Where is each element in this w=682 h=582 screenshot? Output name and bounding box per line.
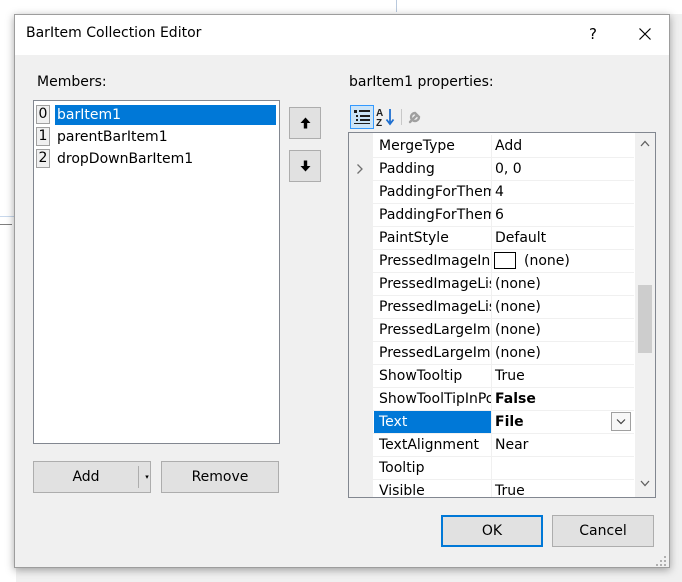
scrollbar-thumb[interactable]: [638, 285, 652, 353]
property-name: Text: [374, 411, 491, 433]
close-icon: [639, 28, 651, 40]
property-row[interactable]: PressedImageList (none): [349, 273, 634, 296]
property-row-selected[interactable]: Text File: [349, 411, 634, 434]
member-index: 0: [36, 105, 50, 124]
property-name: PressedLargeImage: [379, 322, 491, 338]
properties-label: barItem1 properties:: [349, 74, 494, 90]
members-list[interactable]: 0 barItem1 1 parentBarItem1 2 dropDownBa…: [33, 100, 280, 444]
property-row[interactable]: ShowTooltip True: [349, 365, 634, 388]
property-name: Visible: [379, 483, 425, 498]
property-value[interactable]: Default: [491, 227, 634, 249]
property-value[interactable]: (none): [491, 296, 634, 318]
property-grid[interactable]: MergeType Add Padding 0, 0 PaddingForThe…: [348, 132, 656, 498]
expand-chevron-icon[interactable]: [356, 163, 364, 175]
property-name: ShowTooltip: [379, 368, 463, 384]
property-value[interactable]: (none): [491, 342, 634, 364]
property-value[interactable]: 6: [491, 204, 634, 226]
property-value[interactable]: False: [491, 388, 634, 410]
property-row[interactable]: PressedLargeImage (none): [349, 342, 634, 365]
toolbar-separator: [401, 109, 402, 125]
scroll-down-icon[interactable]: [640, 480, 650, 487]
property-row[interactable]: PaintStyle Default: [349, 227, 634, 250]
list-item[interactable]: 0 barItem1: [34, 104, 279, 126]
member-index: 2: [36, 149, 50, 168]
list-item[interactable]: 2 dropDownBarItem1: [34, 148, 279, 170]
arrow-up-icon: [300, 117, 311, 129]
property-row[interactable]: Tooltip: [349, 457, 634, 480]
remove-button[interactable]: Remove: [161, 461, 279, 493]
help-button[interactable]: ?: [571, 15, 615, 53]
property-name: TextAlignment: [379, 437, 480, 453]
resize-grip-icon[interactable]: [655, 555, 667, 567]
add-dropdown-arrow[interactable]: ▾: [142, 462, 152, 492]
wrench-icon: [408, 111, 421, 124]
property-row[interactable]: PressedImageIndex (none): [349, 250, 634, 273]
property-value[interactable]: Add: [491, 135, 634, 157]
property-value-cell[interactable]: (none): [491, 250, 634, 272]
ok-button[interactable]: OK: [441, 515, 543, 547]
property-value[interactable]: (none): [491, 319, 634, 341]
property-value[interactable]: Near: [491, 434, 634, 456]
dialog-title: BarItem Collection Editor: [26, 25, 202, 41]
property-name: Tooltip: [379, 460, 425, 476]
property-value[interactable]: [491, 457, 634, 479]
property-value[interactable]: (none): [491, 273, 634, 295]
members-label: Members:: [37, 74, 107, 90]
property-value[interactable]: True: [491, 480, 634, 497]
property-value: (none): [524, 253, 570, 269]
chevron-down-icon: [616, 419, 626, 425]
property-row[interactable]: PressedImageList (none): [349, 296, 634, 319]
property-value[interactable]: True: [491, 365, 634, 387]
image-swatch: [494, 252, 516, 269]
property-value[interactable]: 0, 0: [491, 158, 634, 180]
member-name: dropDownBarItem1: [57, 151, 194, 167]
add-button[interactable]: Add ▾: [33, 461, 151, 493]
property-name: PaddingForTheme: [379, 207, 491, 223]
member-name: parentBarItem1: [57, 129, 168, 145]
move-down-button[interactable]: [289, 150, 321, 182]
alphabetical-sort-icon: A Z: [376, 108, 395, 129]
svg-text:Z: Z: [376, 118, 382, 129]
property-row[interactable]: PaddingForTheme 6: [349, 204, 634, 227]
alphabetical-view-button[interactable]: A Z: [375, 105, 399, 129]
move-up-button[interactable]: [289, 107, 321, 139]
member-name: barItem1: [55, 105, 276, 125]
property-name: PressedImageList: [379, 299, 491, 315]
close-button[interactable]: [621, 15, 669, 53]
categorized-view-button[interactable]: [350, 105, 374, 129]
property-name: PaintStyle: [379, 230, 449, 246]
property-row[interactable]: PaddingForTheme 4: [349, 181, 634, 204]
value-dropdown-button[interactable]: [611, 412, 631, 431]
split-divider: [138, 466, 139, 488]
collection-editor-dialog: BarItem Collection Editor ? Members: bar…: [14, 14, 670, 568]
categorized-icon: [354, 110, 370, 124]
property-row[interactable]: ShowToolTipInPopup False: [349, 388, 634, 411]
background-window-top: [0, 0, 682, 14]
cancel-button[interactable]: Cancel: [552, 515, 654, 547]
property-name: PressedLargeImage: [379, 345, 491, 361]
property-name: PressedImageList: [379, 276, 491, 292]
background-divider: [396, 0, 397, 12]
add-button-label: Add: [72, 469, 100, 485]
property-grid-scrollbar[interactable]: [635, 133, 655, 497]
property-row[interactable]: PressedLargeImage (none): [349, 319, 634, 342]
property-name: PressedImageIndex: [379, 253, 491, 269]
property-name: PaddingForTheme: [379, 184, 491, 200]
title-bar: BarItem Collection Editor ?: [15, 15, 669, 55]
member-index: 1: [36, 127, 50, 146]
scroll-up-icon[interactable]: [640, 140, 650, 147]
property-value[interactable]: 4: [491, 181, 634, 203]
property-row[interactable]: TextAlignment Near: [349, 434, 634, 457]
background-divider: [0, 224, 12, 225]
list-item[interactable]: 1 parentBarItem1: [34, 126, 279, 148]
property-name: MergeType: [379, 138, 455, 154]
property-row[interactable]: Visible True: [349, 480, 634, 498]
property-row[interactable]: MergeType Add: [349, 135, 634, 158]
property-name: ShowToolTipInPopup: [379, 391, 491, 407]
property-pages-button[interactable]: [405, 105, 429, 129]
arrow-down-icon: [300, 160, 311, 172]
property-name: Padding: [379, 161, 435, 177]
property-row[interactable]: Padding 0, 0: [349, 158, 634, 181]
